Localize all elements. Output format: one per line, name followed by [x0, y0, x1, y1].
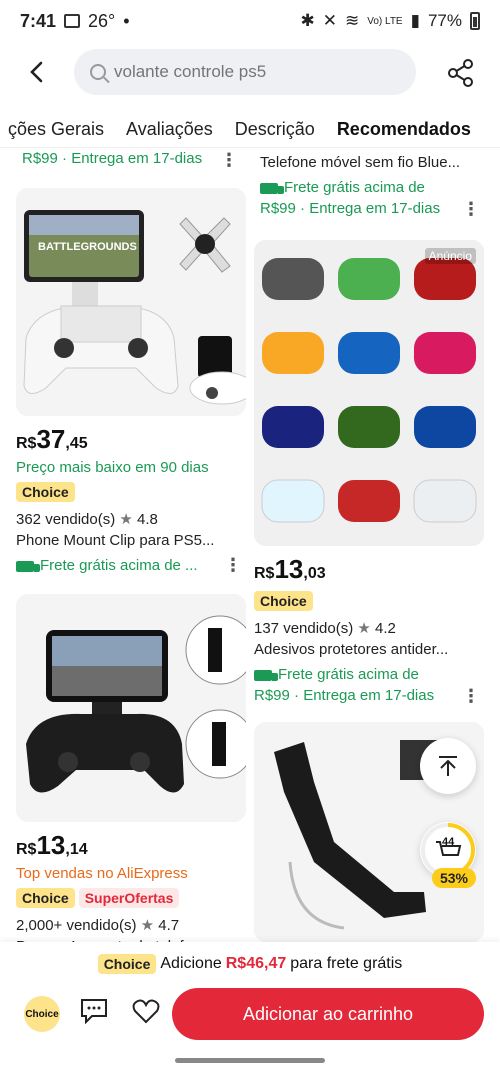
choice-badge: Choice: [16, 482, 75, 502]
search-bar[interactable]: [74, 49, 416, 95]
product-price: R$13,14: [16, 830, 88, 860]
ad-label: Anúncio: [424, 248, 476, 264]
truck-icon: [254, 669, 278, 681]
more-options-icon[interactable]: ⋮: [224, 555, 242, 576]
product-card[interactable]: BATTLEGROUNDS R$37,45 Preço mais baixo e…: [16, 188, 246, 576]
search-header: [0, 46, 500, 100]
gallery-icon: [64, 14, 81, 28]
tab-description[interactable]: Descrição: [235, 119, 315, 140]
add-label: Adicione: [160, 955, 222, 972]
ship-info: R$99 · Entrega em 17-dias: [22, 150, 203, 167]
product-title: Phone Mount Clip para PS5...: [16, 532, 215, 549]
bluetooth-icon: ✱: [300, 11, 315, 30]
sold-rating: 362 vendido(s) ★ 4.8: [16, 511, 158, 528]
home-indicator: [175, 1058, 325, 1063]
choice-badge: Choice: [254, 591, 313, 611]
product-title: Adesivos protetores antider...: [254, 641, 449, 658]
message-icon[interactable]: [80, 998, 108, 1025]
shipping-info: Frete grátis acima de R$99 · Entrega em …: [254, 666, 480, 707]
wishlist-heart-icon[interactable]: [132, 998, 160, 1026]
truck-icon: [260, 182, 284, 194]
star-icon: ★: [357, 620, 371, 637]
sold-rating: 137 vendido(s) ★ 4.2: [254, 620, 396, 637]
more-options-icon[interactable]: ⋮: [462, 686, 480, 707]
product-card[interactable]: R$13,14 Top vendas no AliExpress Choice S…: [16, 594, 246, 955]
product-image: BATTLEGROUNDS: [16, 188, 246, 416]
star-icon: ★: [119, 511, 133, 528]
choice-badge: Choice: [97, 954, 157, 974]
dot-icon: •: [123, 10, 130, 31]
svg-text:BATTLEGROUNDS: BATTLEGROUNDS: [38, 241, 137, 253]
detail-tabs: ções Gerais Avaliações Descrição Recomen…: [0, 112, 500, 148]
truck-icon: [16, 560, 40, 572]
product-card[interactable]: Anúncio R$13,03 Choice 137 vendido(s) ★ …: [254, 240, 484, 706]
cart-percent: 53%: [431, 868, 476, 888]
cart-count: 44: [442, 836, 455, 848]
battery-icon: [470, 12, 480, 30]
partial-right-card: Telefone móvel sem fio Blue... Frete grá…: [260, 154, 484, 219]
price-note: Preço mais baixo em 90 dias: [16, 459, 209, 476]
search-input[interactable]: [114, 62, 394, 82]
product-price: R$37,45: [16, 424, 88, 454]
price-note: Top vendas no AliExpress: [16, 865, 188, 882]
share-icon[interactable]: [446, 58, 476, 88]
sold-rating: 2,000+ vendido(s) ★ 4.7: [16, 917, 180, 934]
mute-icon: ✕: [322, 11, 337, 30]
tab-recommended[interactable]: Recomendados: [337, 119, 471, 140]
product-image: Anúncio: [254, 240, 484, 546]
product-title: Telefone móvel sem fio Blue...: [260, 154, 461, 171]
bottom-bar: Choice Adicione R$46,47 para frete gráti…: [0, 942, 500, 1072]
tab-specifications[interactable]: ções Gerais: [8, 119, 104, 140]
signal-icon: ▮: [410, 11, 420, 30]
amount-needed: R$46,47: [225, 955, 287, 972]
choice-icon[interactable]: Choice: [24, 996, 60, 1032]
network-label: Vo) LTE: [367, 15, 403, 27]
add-to-cart-button[interactable]: Adicionar ao carrinho: [172, 988, 484, 1040]
product-price: R$13,03: [254, 554, 326, 584]
tab-reviews[interactable]: Avaliações: [126, 119, 213, 140]
wifi-icon: ≋: [344, 11, 360, 30]
scroll-to-top-button[interactable]: [420, 738, 476, 794]
partial-ship-left: R$99 · Entrega em 17-dias ⋮: [22, 150, 238, 170]
status-time: 7:41: [20, 10, 57, 31]
status-bar: 7:41 26° • ✱ ✕ ≋ Vo) LTE ▮ 77%: [0, 0, 500, 42]
shipping-info: Frete grátis acima de ... ⋮: [16, 555, 246, 576]
more-options-icon[interactable]: ⋮: [220, 150, 238, 171]
star-icon: ★: [140, 917, 155, 934]
more-options-icon[interactable]: ⋮: [462, 199, 480, 220]
battery-percent: 77%: [427, 11, 462, 30]
back-arrow-icon[interactable]: [20, 56, 52, 88]
super-offers-badge: SuperOfertas: [78, 888, 180, 908]
choice-badge: Choice: [16, 888, 75, 908]
free-shipping-banner: Choice Adicione R$46,47 para frete gráti…: [0, 942, 500, 974]
free-label: para frete grátis: [290, 955, 403, 972]
search-icon: [90, 64, 106, 80]
shipping-info: Frete grátis acima de R$99 · Entrega em …: [260, 179, 480, 220]
temperature: 26°: [88, 10, 116, 31]
arrow-up-icon: [439, 756, 457, 776]
product-image: [16, 594, 246, 822]
